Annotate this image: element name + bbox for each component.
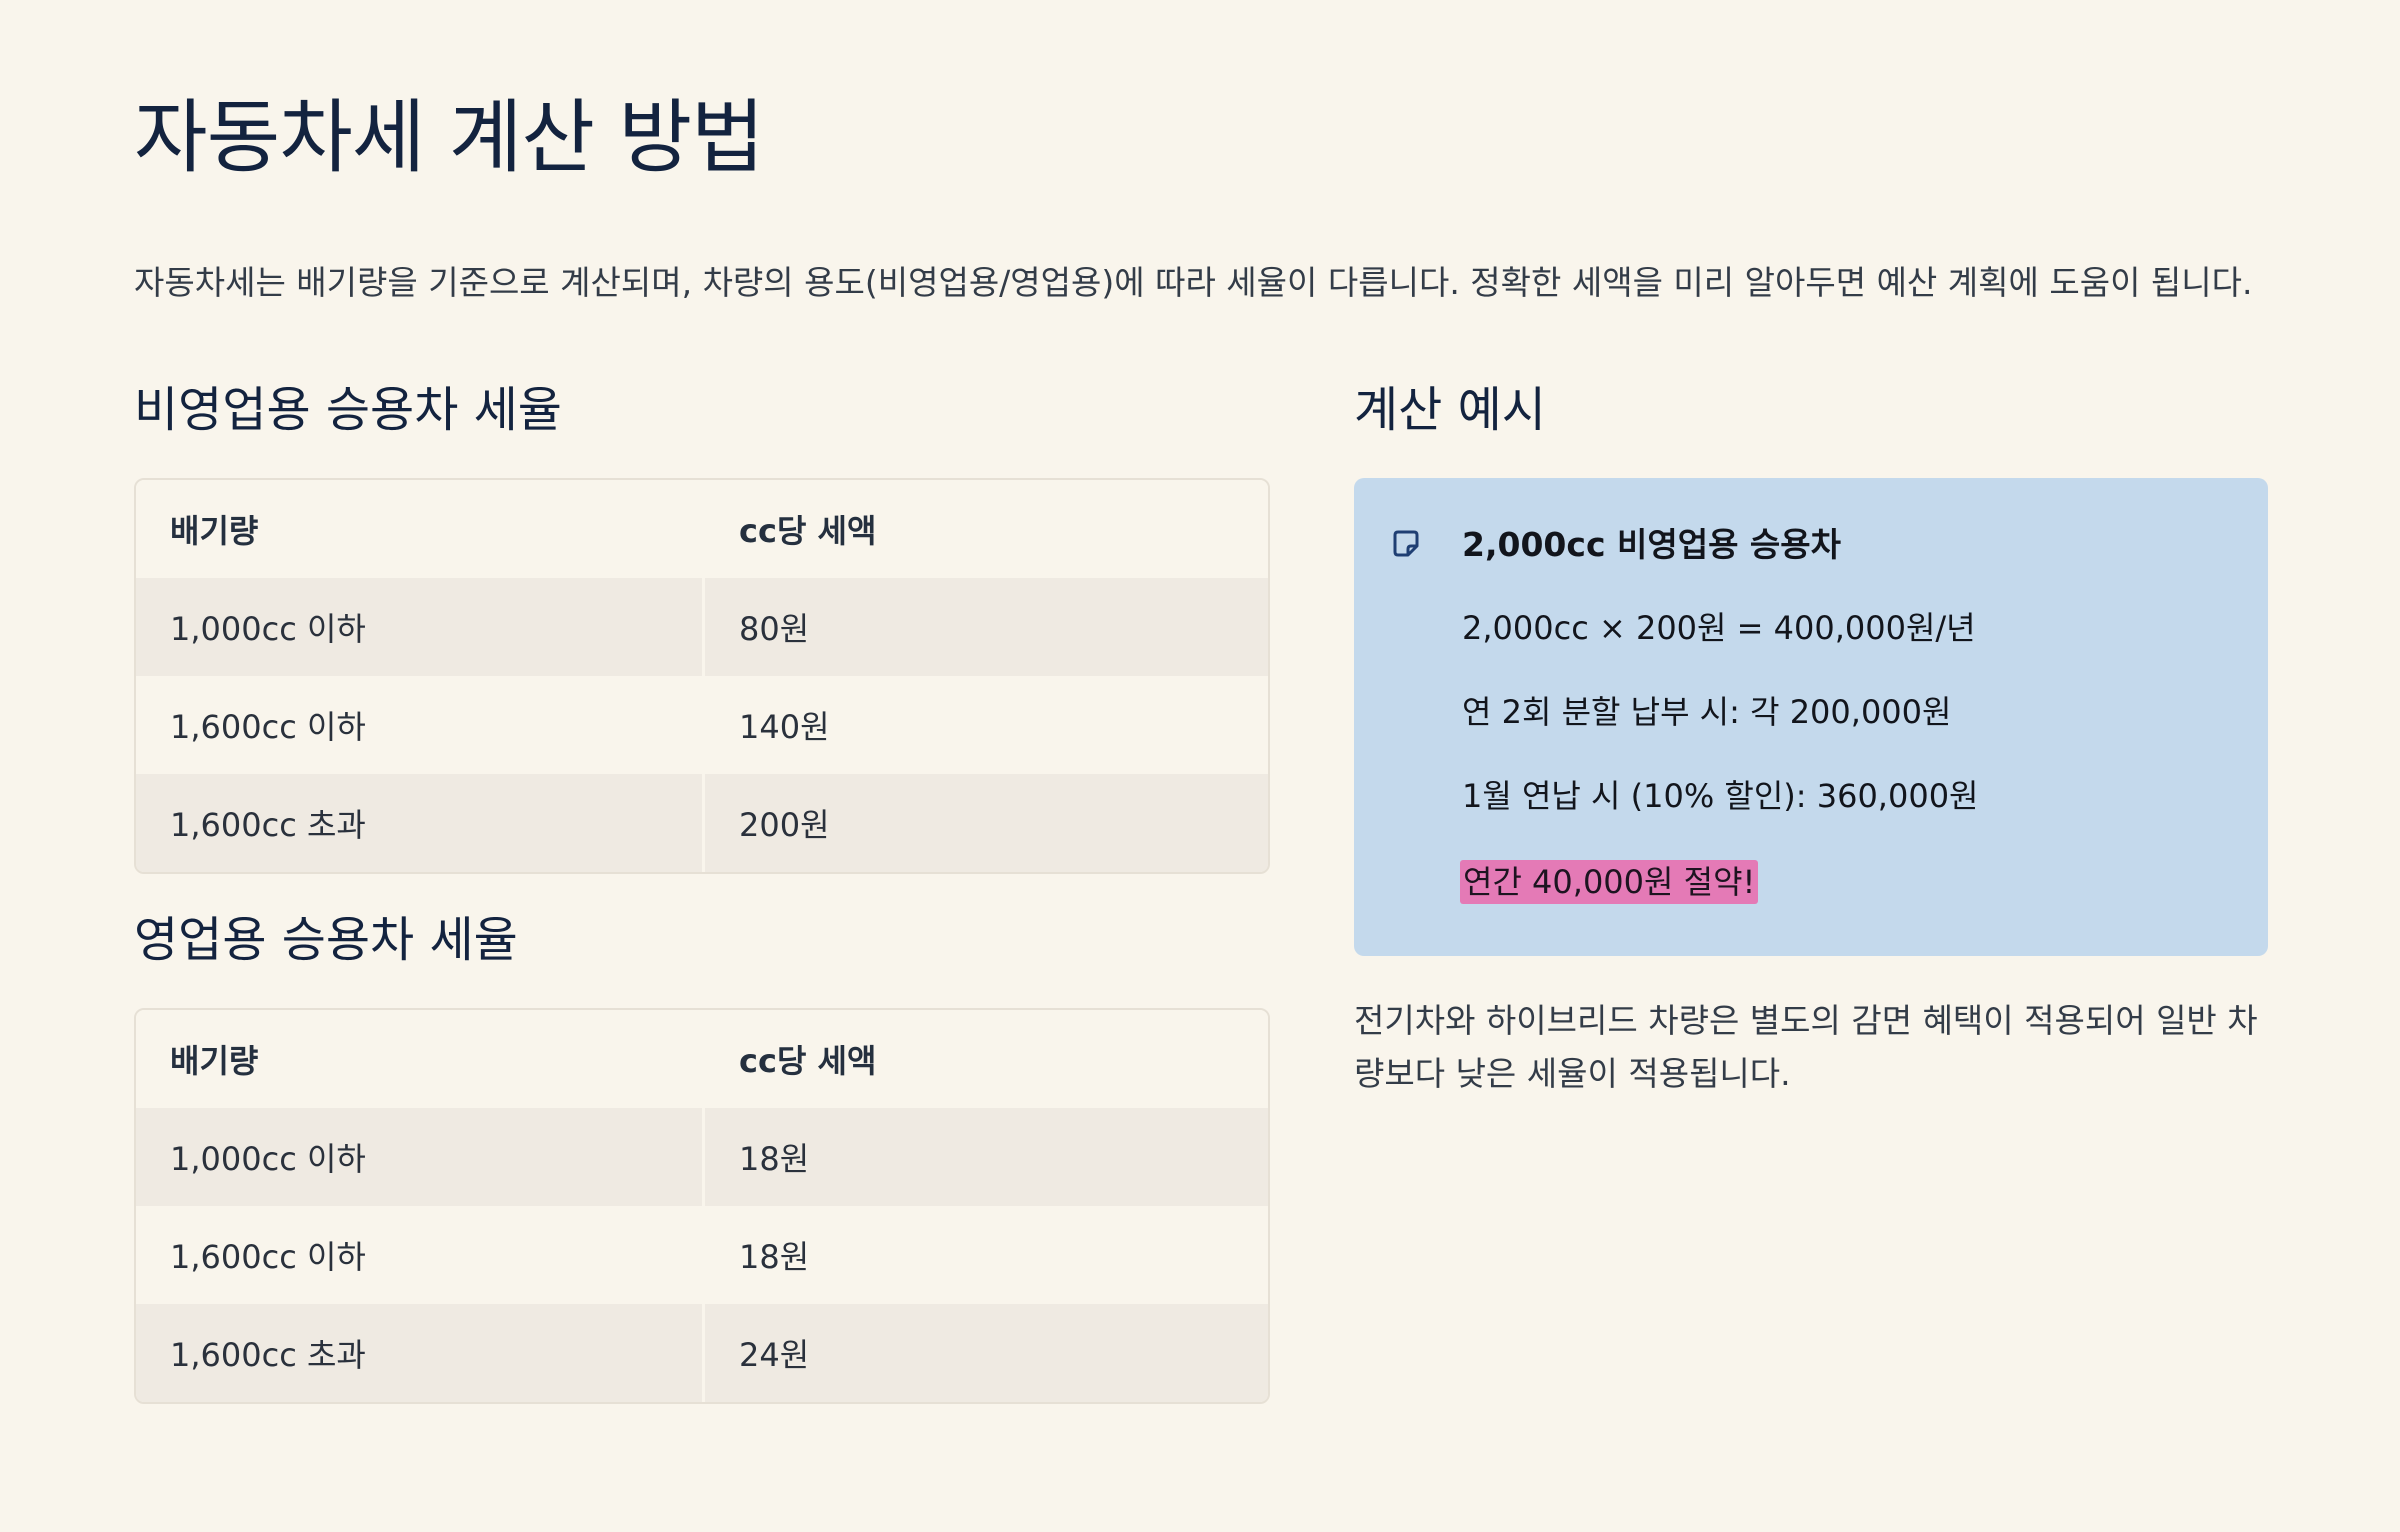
tax-per-cc-cell: 200원 — [702, 774, 1268, 872]
non-commercial-heading: 비영업용 승용차 세율 — [134, 382, 562, 438]
column-header-tax-per-cc: cc당 세액 — [702, 1010, 1268, 1108]
savings-highlight: 연간 40,000원 절약! — [1460, 860, 1759, 904]
displacement-cell: 1,000cc 이하 — [170, 610, 366, 648]
table-row: 1,000cc 이하 18원 — [136, 1108, 1268, 1206]
intro-paragraph: 자동차세는 배기량을 기준으로 계산되며, 차량의 용도(비영업용/영업용)에 … — [134, 263, 2253, 302]
commercial-rate-table: 배기량 cc당 세액 1,000cc 이하 18원 1,600cc 이하 18원… — [134, 1008, 1270, 1404]
non-commercial-rate-table: 배기량 cc당 세액 1,000cc 이하 80원 1,600cc 이하 140… — [134, 478, 1270, 874]
example-line: 2,000cc × 200원 = 400,000원/년 — [1462, 609, 1976, 647]
tax-per-cc-cell: 18원 — [702, 1206, 1268, 1304]
page-title: 자동차세 계산 방법 — [134, 91, 765, 184]
column-header-displacement: 배기량 — [170, 1042, 259, 1080]
displacement-cell: 1,600cc 이하 — [170, 1238, 366, 1276]
column-header-displacement: 배기량 — [170, 512, 259, 550]
table-row: 1,600cc 초과 200원 — [136, 774, 1268, 872]
column-header-tax-per-cc: cc당 세액 — [702, 480, 1268, 578]
example-heading: 계산 예시 — [1354, 382, 1546, 438]
table-row: 1,600cc 이하 18원 — [136, 1206, 1268, 1304]
commercial-heading: 영업용 승용차 세율 — [134, 912, 518, 968]
table-header-row: 배기량 cc당 세액 — [136, 1010, 1268, 1108]
tax-per-cc-cell: 24원 — [702, 1304, 1268, 1402]
example-line: 연 2회 분할 납부 시: 각 200,000원 — [1462, 693, 1952, 731]
calculation-example-callout: 2,000cc 비영업용 승용차 2,000cc × 200원 = 400,00… — [1354, 478, 2268, 956]
displacement-cell: 1,600cc 초과 — [170, 1336, 366, 1374]
displacement-cell: 1,000cc 이하 — [170, 1140, 366, 1178]
ev-hybrid-note: 전기차와 하이브리드 차량은 별도의 감면 혜택이 적용되어 일반 차량보다 낮… — [1354, 1001, 2258, 1093]
displacement-cell: 1,600cc 초과 — [170, 806, 366, 844]
example-title: 2,000cc 비영업용 승용차 — [1462, 525, 1842, 564]
example-line: 1월 연납 시 (10% 할인): 360,000원 — [1462, 777, 1979, 815]
note-icon — [1390, 528, 1422, 560]
table-row: 1,600cc 초과 24원 — [136, 1304, 1268, 1402]
table-row: 1,000cc 이하 80원 — [136, 578, 1268, 676]
table-row: 1,600cc 이하 140원 — [136, 676, 1268, 774]
tax-per-cc-cell: 140원 — [702, 676, 1268, 774]
tax-per-cc-cell: 80원 — [702, 578, 1268, 676]
tax-per-cc-cell: 18원 — [702, 1108, 1268, 1206]
table-header-row: 배기량 cc당 세액 — [136, 480, 1268, 578]
displacement-cell: 1,600cc 이하 — [170, 708, 366, 746]
